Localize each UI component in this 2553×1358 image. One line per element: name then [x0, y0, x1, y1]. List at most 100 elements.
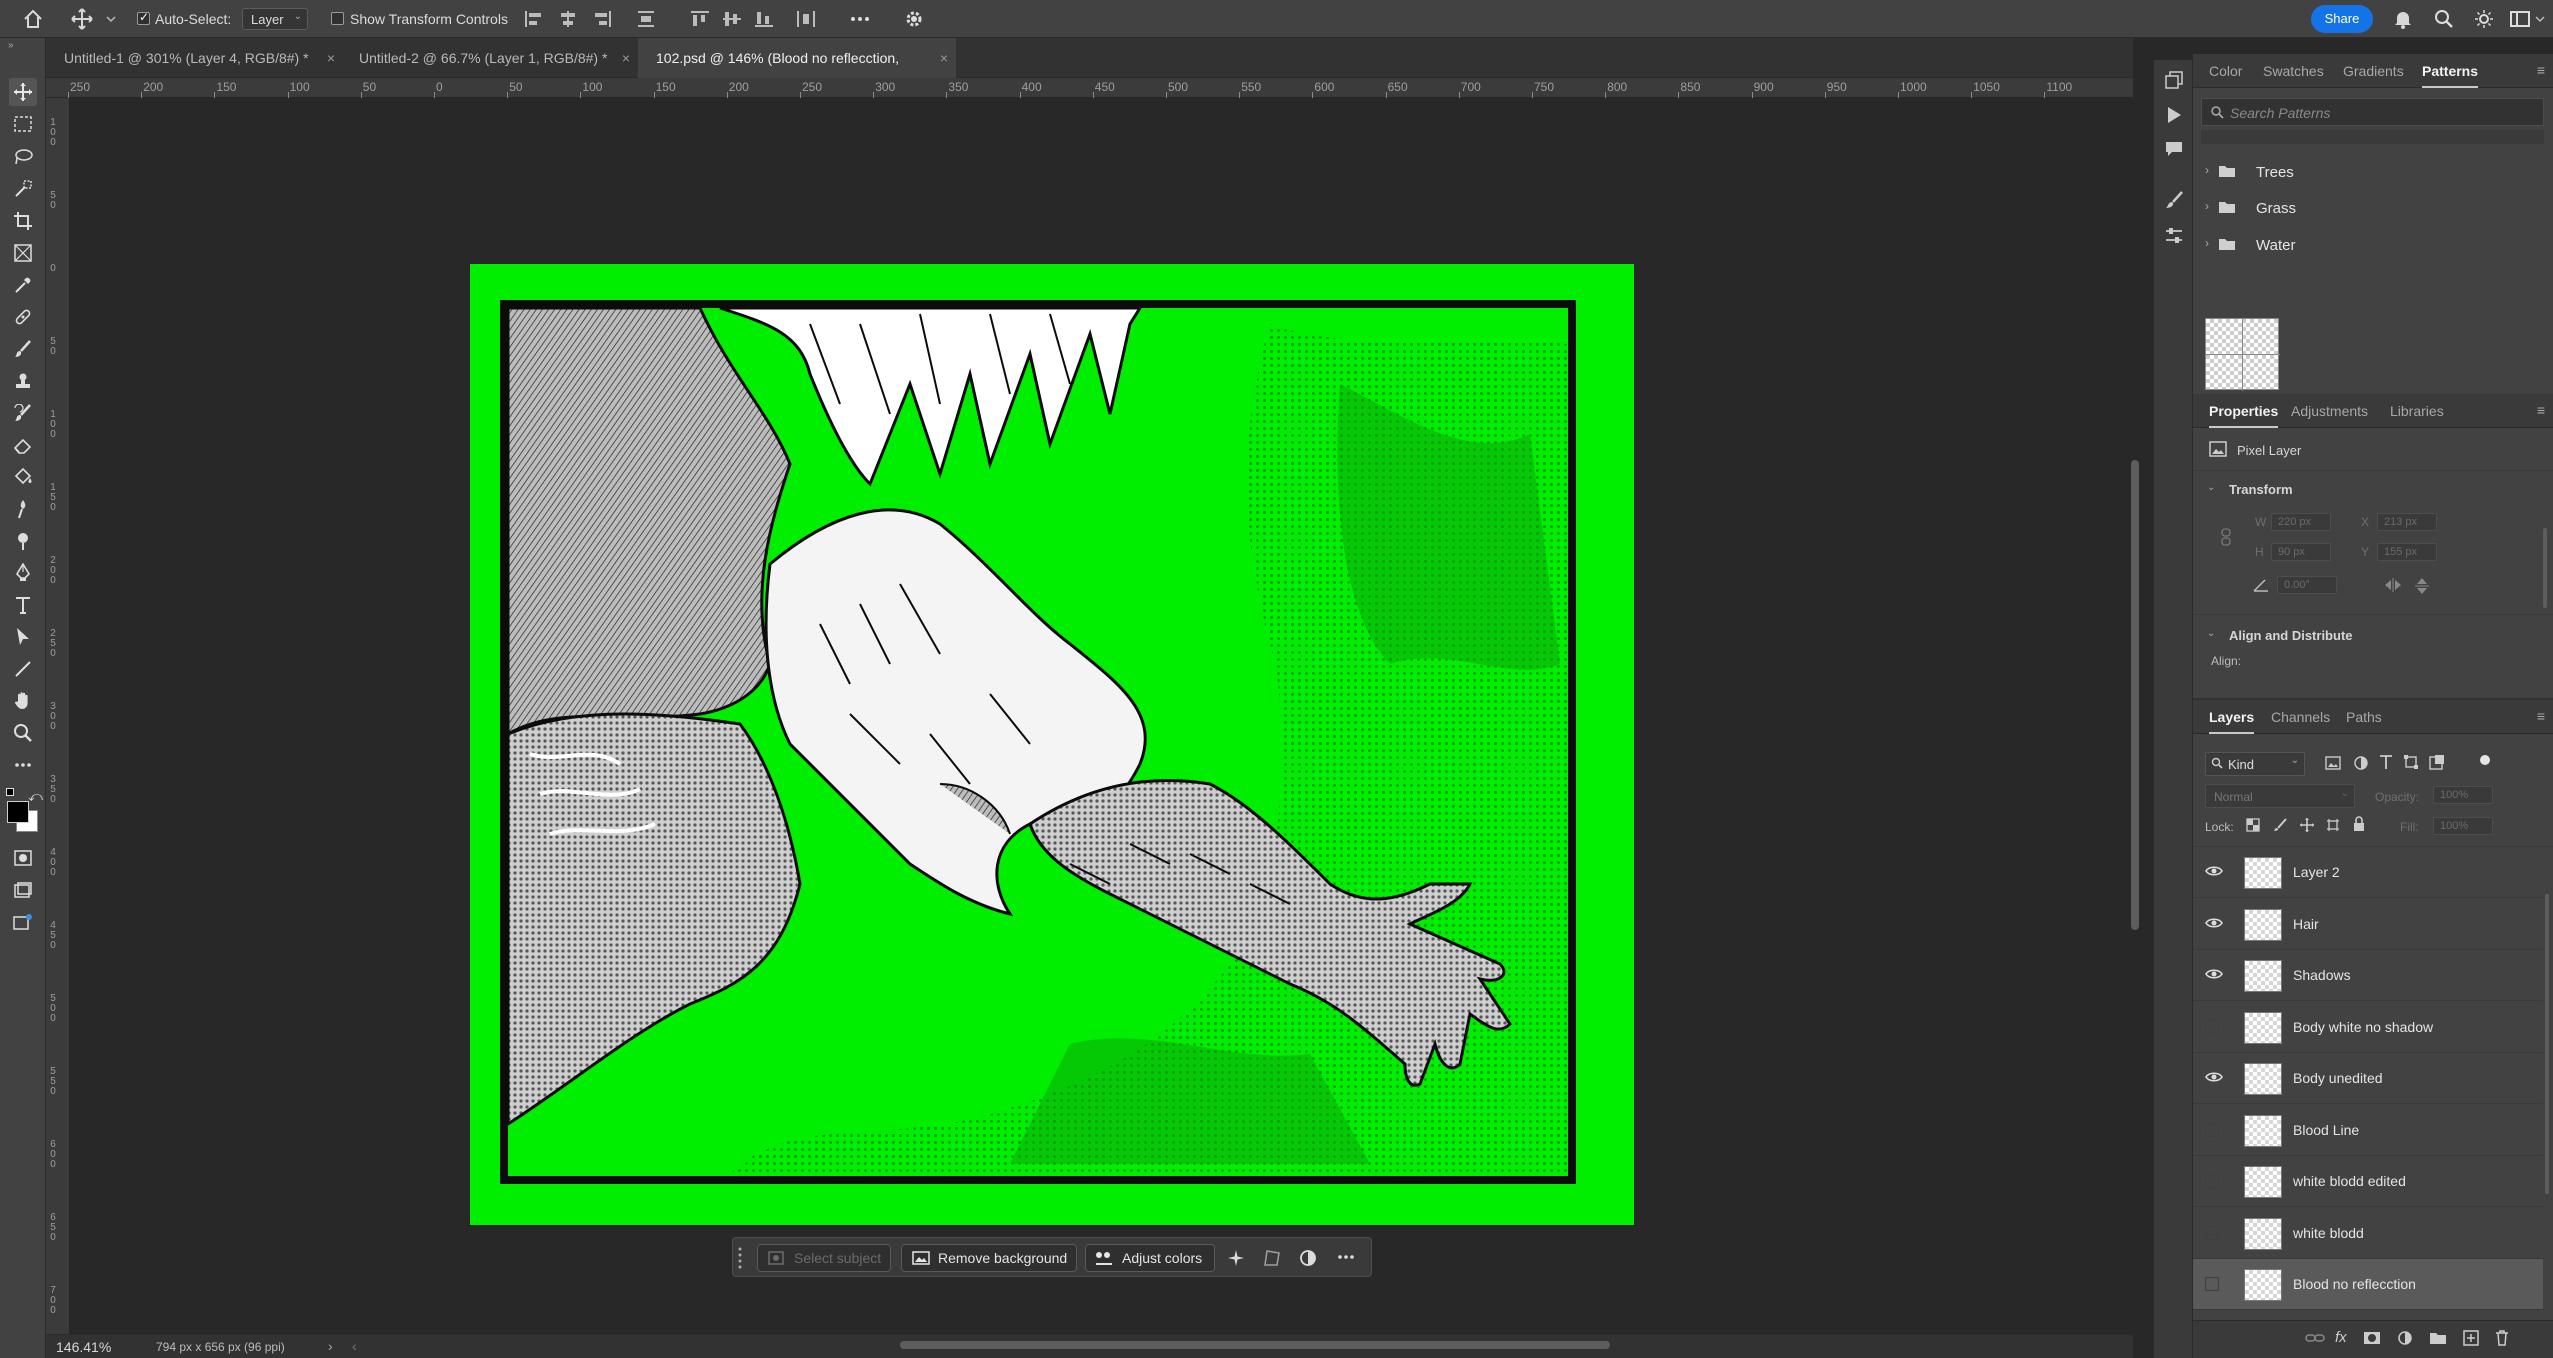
lock-image-pixels-icon[interactable]	[2273, 818, 2287, 832]
transform-icon[interactable]	[1263, 1249, 1281, 1267]
tab-paths[interactable]: Paths	[2346, 709, 2382, 725]
delete-layer-trash-icon[interactable]	[2495, 1330, 2509, 1346]
more-options-icon[interactable]	[1337, 1254, 1355, 1260]
flip-horizontal-icon[interactable]	[2383, 578, 2403, 592]
paint-bucket-tool-icon[interactable]	[9, 463, 37, 491]
align-center-icon[interactable]	[556, 7, 580, 31]
move-tool-icon[interactable]	[70, 7, 94, 31]
visibility-toggle-empty[interactable]	[2205, 1225, 2223, 1241]
panel-menu-icon[interactable]: ≡	[2537, 708, 2545, 724]
search-icon[interactable]	[2432, 7, 2456, 31]
layer-row[interactable]: Shadows	[2193, 950, 2543, 1001]
layer-effects-fx-icon[interactable]: fx	[2335, 1329, 2347, 1346]
align-top-icon[interactable]	[688, 7, 712, 31]
pen-tool-icon[interactable]	[9, 559, 37, 587]
close-icon[interactable]: ×	[327, 38, 335, 78]
chevron-left-icon[interactable]: ‹	[352, 1338, 357, 1354]
mask-half-circle-icon[interactable]	[1299, 1249, 1317, 1267]
patterns-slider-track[interactable]	[2201, 130, 2544, 144]
tab-libraries[interactable]: Libraries	[2390, 403, 2444, 419]
drag-handle-icon[interactable]	[737, 1246, 743, 1270]
path-selection-tool-icon[interactable]	[9, 623, 37, 651]
visibility-toggle-empty[interactable]	[2205, 1122, 2223, 1138]
visibility-toggle-empty[interactable]	[2205, 1019, 2223, 1035]
chevron-down-icon[interactable]	[2533, 7, 2547, 31]
lock-transparent-icon[interactable]	[2246, 818, 2260, 832]
eye-visibility-icon[interactable]	[2205, 967, 2223, 983]
chevron-down-icon[interactable]	[104, 7, 118, 31]
panel-menu-icon[interactable]: ≡	[2537, 62, 2545, 78]
lock-all-icon[interactable]	[2353, 816, 2365, 832]
add-mask-icon[interactable]	[2363, 1331, 2381, 1345]
visibility-toggle-empty[interactable]	[2205, 1276, 2223, 1292]
healing-brush-tool-icon[interactable]	[9, 303, 37, 331]
adjust-colors-button[interactable]: Adjust colors	[1085, 1244, 1215, 1272]
lasso-tool-icon[interactable]	[9, 143, 37, 171]
eyedropper-tool-icon[interactable]	[9, 271, 37, 299]
vertical-scrollbar[interactable]	[2131, 460, 2139, 930]
move-tool-icon[interactable]	[9, 78, 37, 106]
generative-fill-icon[interactable]	[9, 908, 37, 936]
tab-adjustments[interactable]: Adjustments	[2291, 403, 2368, 419]
chevron-down-icon[interactable]: ⌄	[2207, 628, 2215, 639]
generate-sparkle-icon[interactable]	[1227, 1249, 1245, 1267]
layer-row[interactable]: Layer 2	[2193, 847, 2543, 898]
filter-pixel-icon[interactable]	[2325, 756, 2341, 770]
pattern-swatch[interactable]	[2205, 318, 2280, 391]
properties-scrollbar[interactable]	[2543, 528, 2547, 608]
panel-menu-icon[interactable]: ≡	[2537, 402, 2545, 418]
share-button[interactable]: Share	[2311, 5, 2373, 33]
frame-tool-icon[interactable]	[9, 239, 37, 267]
x-field[interactable]: 213 px	[2377, 513, 2437, 531]
tab-untitled-2[interactable]: Untitled-2 @ 66.7% (Layer 1, RGB/8#) * ×	[341, 38, 638, 78]
align-left-icon[interactable]	[522, 7, 546, 31]
align-middle-icon[interactable]	[720, 7, 744, 31]
tab-channels[interactable]: Channels	[2271, 709, 2330, 725]
crop-tool-icon[interactable]	[9, 207, 37, 235]
home-icon[interactable]	[21, 7, 45, 31]
new-layer-icon[interactable]	[2463, 1330, 2479, 1346]
zoom-tool-icon[interactable]	[9, 719, 37, 747]
chevron-down-icon[interactable]: ⌄	[2207, 482, 2215, 493]
align-bottom-icon[interactable]	[752, 7, 776, 31]
filter-adjustment-icon[interactable]	[2353, 755, 2369, 771]
layer-row[interactable]: Body unedited	[2193, 1053, 2543, 1104]
lock-position-icon[interactable]	[2299, 817, 2315, 833]
eraser-tool-icon[interactable]	[9, 431, 37, 459]
discover-lightbulb-icon[interactable]	[2472, 7, 2496, 31]
smudge-tool-icon[interactable]	[9, 495, 37, 523]
close-icon[interactable]: ×	[940, 38, 948, 78]
visibility-toggle-empty[interactable]	[2205, 1173, 2223, 1189]
chevron-right-icon[interactable]: ›	[2205, 163, 2209, 177]
type-tool-icon[interactable]	[9, 591, 37, 619]
default-colors-icon[interactable]	[6, 788, 14, 796]
fill-field[interactable]: 100%	[2433, 817, 2493, 835]
search-patterns-input[interactable]: Search Patterns	[2201, 98, 2544, 126]
brush-settings-icon[interactable]	[2164, 190, 2184, 210]
dodge-tool-icon[interactable]	[9, 527, 37, 555]
workspace-layout-icon[interactable]	[2508, 7, 2532, 31]
distribute-vertical-icon[interactable]	[634, 7, 658, 31]
edit-toolbar-more-icon[interactable]	[9, 751, 37, 779]
layer-row[interactable]: Body white no shadow	[2193, 1001, 2543, 1053]
filter-shape-icon[interactable]	[2403, 754, 2419, 770]
tab-untitled-1[interactable]: Untitled-1 @ 301% (Layer 4, RGB/8#) * ×	[46, 38, 343, 78]
blend-mode-dropdown[interactable]: Normal ⌄	[2205, 784, 2355, 808]
swap-colors-icon[interactable]: ⤺	[28, 788, 43, 805]
width-field[interactable]: 220 px	[2271, 513, 2331, 531]
opacity-field[interactable]: 100%	[2433, 786, 2493, 804]
y-field[interactable]: 155 px	[2377, 543, 2437, 561]
auto-select-target-dropdown[interactable]: Layer ⌄	[242, 8, 308, 30]
new-group-folder-icon[interactable]	[2429, 1331, 2447, 1345]
tab-layers[interactable]: Layers	[2209, 709, 2255, 734]
tab-swatches[interactable]: Swatches	[2263, 63, 2324, 79]
adjustment-sliders-icon[interactable]	[2164, 226, 2184, 246]
height-field[interactable]: 90 px	[2271, 543, 2331, 561]
tab-properties[interactable]: Properties	[2209, 403, 2279, 428]
show-transform-checkbox[interactable]	[331, 12, 344, 25]
remove-background-button[interactable]: Remove background	[901, 1244, 1077, 1272]
chevron-right-icon[interactable]: ›	[2205, 236, 2209, 250]
quick-mask-icon[interactable]	[9, 844, 37, 872]
layer-row[interactable]: white blodd edited	[2193, 1156, 2543, 1207]
layer-row[interactable]: white blodd	[2193, 1207, 2543, 1259]
